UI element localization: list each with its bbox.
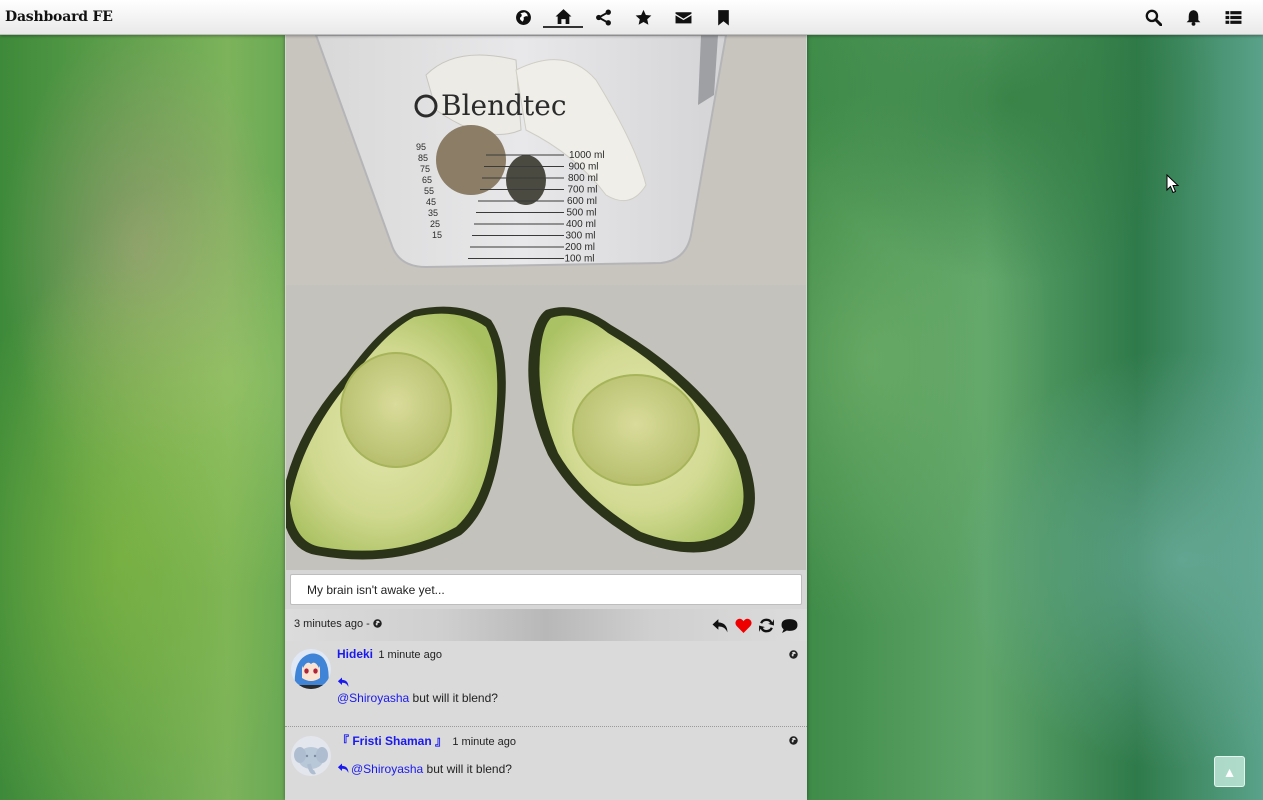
jar-oz-mark: 75 xyxy=(420,164,430,174)
reply-icon[interactable] xyxy=(337,762,351,774)
share-icon xyxy=(595,9,611,25)
repeat-icon xyxy=(759,618,774,632)
mention-link[interactable]: @Shiroyasha xyxy=(337,691,409,705)
nav-share-button[interactable] xyxy=(583,6,623,28)
jar-ml-mark: 100 ml xyxy=(565,254,595,265)
utility-nav xyxy=(1133,6,1253,28)
app-title[interactable]: Dashboard FE xyxy=(5,9,113,25)
jar-ml-mark: 500 ml xyxy=(567,208,597,219)
comment-author[interactable]: 『 Fristi Shaman 』 xyxy=(337,734,447,748)
search-button[interactable] xyxy=(1133,6,1173,28)
post-timestamp[interactable]: 3 minutes ago - xyxy=(294,618,382,630)
heart-icon xyxy=(735,618,752,633)
jar-ml-mark: 200 ml xyxy=(565,242,595,253)
jar-brand-text: Blendtec xyxy=(441,89,567,122)
jar-oz-mark: 45 xyxy=(426,197,436,207)
jar-ml-mark: 300 ml xyxy=(566,231,596,242)
reply-icon xyxy=(712,618,728,632)
comment-body: but will it blend? xyxy=(423,762,512,776)
main-nav xyxy=(503,6,743,28)
bookmark-icon xyxy=(717,9,729,25)
jar-ml-mark: 700 ml xyxy=(568,185,598,196)
envelope-icon xyxy=(675,11,691,23)
mention-link[interactable]: @Shiroyasha xyxy=(351,762,423,776)
post-meta-bar: 3 minutes ago - xyxy=(285,609,807,641)
globe-icon xyxy=(373,619,382,628)
jar-ml-mark: 900 ml xyxy=(569,162,599,173)
jar-oz-mark: 35 xyxy=(428,208,438,218)
nav-home-button[interactable] xyxy=(543,6,583,28)
nav-network-button[interactable] xyxy=(503,6,543,28)
avatar[interactable] xyxy=(291,736,331,776)
post-body-text: My brain isn't awake yet... xyxy=(290,574,802,605)
scroll-to-top-button[interactable]: ▲ xyxy=(1214,756,1245,787)
in-reply-to[interactable] xyxy=(337,676,351,690)
search-icon xyxy=(1145,9,1162,26)
top-bar: Dashboard FE xyxy=(0,0,1263,35)
bell-icon xyxy=(1186,9,1200,26)
comment-time[interactable]: 1 minute ago xyxy=(452,736,516,748)
jar-oz-mark: 55 xyxy=(424,186,434,196)
home-icon xyxy=(555,8,571,24)
jar-ml-mark: 800 ml xyxy=(568,173,598,184)
nav-messages-button[interactable] xyxy=(663,6,703,28)
mouse-cursor-icon xyxy=(1166,174,1180,194)
comment-item: Hideki 1 minute ago @Shiroyasha but will… xyxy=(285,641,807,727)
comment-header: 『 Fristi Shaman 』 1 minute ago xyxy=(337,732,516,749)
post-time-text: 3 minutes ago - xyxy=(294,618,373,630)
globe-icon xyxy=(789,648,798,659)
stream-column: Blendtec 1000 ml 900 ml 800 ml 700 ml 600 ml… xyxy=(285,35,807,800)
star-icon xyxy=(635,9,651,25)
jar-oz-mark: 95 xyxy=(416,142,426,152)
comment-text: @Shiroyasha but will it blend? xyxy=(337,691,498,705)
jar-oz-mark: 85 xyxy=(418,153,428,163)
jar-ml-mark: 400 ml xyxy=(566,219,596,230)
notifications-button[interactable] xyxy=(1173,6,1213,28)
like-button[interactable] xyxy=(734,615,753,635)
reply-button[interactable] xyxy=(711,615,730,635)
comment-item: 『 Fristi Shaman 』 1 minute ago @Shiroyas… xyxy=(285,727,807,800)
comment-button[interactable] xyxy=(780,615,799,635)
comment-text: @Shiroyasha but will it blend? xyxy=(337,762,512,776)
jar-ml-mark: 1000 ml xyxy=(569,150,605,161)
comment-body: but will it blend? xyxy=(409,691,498,705)
nav-bookmarks-button[interactable] xyxy=(703,6,743,28)
nav-favourites-button[interactable] xyxy=(623,6,663,28)
comment-icon xyxy=(781,618,798,633)
jar-oz-mark: 65 xyxy=(422,175,432,185)
post-photo[interactable]: Blendtec 1000 ml 900 ml 800 ml 700 ml 600 ml… xyxy=(286,35,806,570)
jar-oz-mark: 15 xyxy=(432,230,442,240)
comment-author[interactable]: Hideki xyxy=(337,647,373,661)
jar-oz-mark: 25 xyxy=(430,219,440,229)
post-actions xyxy=(711,615,799,635)
globe-icon xyxy=(789,734,798,745)
jar-ml-mark: 600 ml xyxy=(567,196,597,207)
comment-header: Hideki 1 minute ago xyxy=(337,647,442,661)
menu-button[interactable] xyxy=(1213,6,1253,28)
repeat-button[interactable] xyxy=(757,615,776,635)
globe-icon xyxy=(515,9,531,25)
reply-icon xyxy=(337,676,351,688)
avatar[interactable] xyxy=(291,649,331,689)
comment-time[interactable]: 1 minute ago xyxy=(378,649,442,661)
list-icon xyxy=(1225,10,1241,24)
